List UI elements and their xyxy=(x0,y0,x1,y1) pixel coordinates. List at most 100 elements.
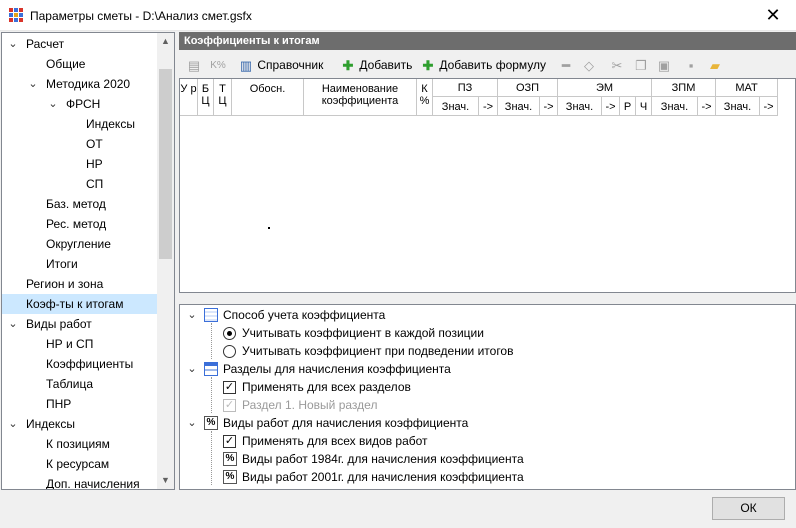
paste-button[interactable]: ▣ xyxy=(656,55,672,75)
expand-chevron-icon[interactable]: ⌄ xyxy=(47,98,59,110)
scrollbar-thumb[interactable] xyxy=(159,69,172,259)
book-icon: ▥ xyxy=(239,57,253,73)
expand-chevron-icon[interactable]: ⌄ xyxy=(27,78,39,90)
col-header-b[interactable]: Б Ц xyxy=(198,79,214,116)
radio-totals[interactable] xyxy=(223,345,236,358)
remove-button[interactable]: ━ xyxy=(558,55,574,75)
clear-button[interactable]: ◇ xyxy=(581,55,597,75)
cut-button[interactable]: ✂ xyxy=(609,55,625,75)
col-header-mat[interactable]: МАТ xyxy=(716,79,778,97)
col-header-mat-arrow[interactable]: -> xyxy=(760,97,778,116)
col-header-em[interactable]: ЭМ xyxy=(558,79,652,97)
group-calc-method-label: Способ учета коэффициента xyxy=(223,308,386,322)
col-header-mat-val[interactable]: Знач. xyxy=(716,97,760,116)
coefficients-grid[interactable]: У р Б Ц Т Ц Обосн. Наименование коэффици… xyxy=(179,78,796,293)
save-button[interactable]: ▪ xyxy=(683,55,699,75)
col-header-u[interactable]: У р xyxy=(180,79,198,116)
work-types-1984-item[interactable]: Виды работ 1984г. для начисления коэффиц… xyxy=(242,450,524,468)
paste-icon: ▣ xyxy=(657,57,671,73)
col-header-pz[interactable]: ПЗ xyxy=(433,79,498,97)
tree-item-label: Индексы xyxy=(86,117,135,131)
coefficient-icon: K% xyxy=(210,59,226,71)
col-header-zpm-arrow[interactable]: -> xyxy=(698,97,716,116)
calculator-icon xyxy=(204,308,218,322)
reference-label: Справочник xyxy=(257,58,324,72)
scroll-up-arrow-icon[interactable]: ▲ xyxy=(157,33,174,50)
work-types-2001-item[interactable]: Виды работ 2001г. для начисления коэффиц… xyxy=(242,468,524,486)
col-header-zpm[interactable]: ЗПМ xyxy=(652,79,716,97)
tree-item-label: Индексы xyxy=(26,417,75,431)
tree-item-label: Округление xyxy=(46,237,111,251)
col-header-em-arrow[interactable]: -> xyxy=(602,97,620,116)
save-icon: ▪ xyxy=(688,57,694,73)
expand-chevron-icon[interactable]: ⌄ xyxy=(7,38,19,50)
col-header-em-ch[interactable]: Ч xyxy=(636,97,652,116)
tree-scrollbar[interactable]: ▲ ▼ xyxy=(157,33,174,489)
tree-item-label: Расчет xyxy=(26,37,65,51)
scroll-down-arrow-icon[interactable]: ▼ xyxy=(157,472,174,489)
tree-item-label: Регион и зона xyxy=(26,277,104,291)
tree-line xyxy=(211,377,212,413)
close-button[interactable]: ✕ xyxy=(750,0,796,30)
radio-totals-label[interactable]: Учитывать коэффициент при подведении ито… xyxy=(242,342,513,360)
col-header-em-r[interactable]: Р xyxy=(620,97,636,116)
collapse-chevron-icon[interactable]: ⌄ xyxy=(186,362,198,375)
col-header-ozp[interactable]: ОЗП xyxy=(498,79,558,97)
copy-icon: ❐ xyxy=(635,57,647,73)
col-header-ozp-val[interactable]: Знач. xyxy=(498,97,540,116)
edit-button[interactable]: ▤ xyxy=(186,55,202,75)
col-header-pz-val[interactable]: Знач. xyxy=(433,97,479,116)
expand-chevron-icon[interactable]: ⌄ xyxy=(7,318,19,330)
checkbox-all-sections[interactable]: ✓ xyxy=(223,381,236,394)
percent-icon: % xyxy=(223,452,237,466)
radio-each-position-label[interactable]: Учитывать коэффициент в каждой позиции xyxy=(242,324,484,342)
checkbox-all-sections-label[interactable]: Применять для всех разделов xyxy=(242,378,411,396)
tree-item-label: Итоги xyxy=(46,257,78,271)
expand-chevron-icon[interactable]: ⌄ xyxy=(7,418,19,430)
tree-item-label: Рес. метод xyxy=(46,217,107,231)
tree-item-label: Коэф-ты к итогам xyxy=(26,297,124,311)
tree-item-label: Таблица xyxy=(46,377,94,391)
tree-item-label: Виды работ xyxy=(26,317,92,331)
col-header-em-val[interactable]: Знач. xyxy=(558,97,602,116)
collapse-chevron-icon[interactable]: ⌄ xyxy=(186,308,198,321)
coefficient-button[interactable]: K% xyxy=(210,55,226,75)
settings-tree[interactable]: ⌄ Расчет Общие ⌄ Методика 2020 ⌄ ФРСН Индексы ОТ… xyxy=(1,32,175,490)
tree-item-label: ФРСН xyxy=(66,97,101,111)
folder-icon: ▰ xyxy=(710,57,720,73)
open-button[interactable]: ▰ xyxy=(707,55,723,75)
edit-icon: ▤ xyxy=(187,57,201,73)
add-button[interactable]: ✚ Добавить xyxy=(340,55,413,75)
group-sections-label: Разделы для начисления коэффициента xyxy=(223,362,451,376)
radio-each-position[interactable] xyxy=(223,327,236,340)
tree-item[interactable]: Коэф-ты к итогам xyxy=(2,294,157,314)
add-label: Добавить xyxy=(359,58,413,72)
tree-item-label: Общие xyxy=(46,57,86,71)
col-header-ozp-arrow[interactable]: -> xyxy=(540,97,558,116)
toolbar: ▤ K% ▥ Справочник ✚ Добавить ✚ Добавить … xyxy=(179,51,796,77)
copy-button[interactable]: ❐ xyxy=(633,55,649,75)
col-header-zpm-val[interactable]: Знач. xyxy=(652,97,698,116)
col-header-pz-arrow[interactable]: -> xyxy=(479,97,498,116)
reference-button[interactable]: ▥ Справочник xyxy=(238,55,324,75)
add-formula-button[interactable]: ✚ Добавить формулу xyxy=(420,55,547,75)
col-header-obosn[interactable]: Обосн. xyxy=(232,79,304,116)
collapse-chevron-icon[interactable]: ⌄ xyxy=(186,416,198,429)
grid-dot xyxy=(268,227,270,229)
col-header-name[interactable]: Наименование коэффициента xyxy=(304,79,417,116)
checkbox-all-work-types[interactable]: ✓ xyxy=(223,435,236,448)
col-header-t[interactable]: Т Ц xyxy=(214,79,232,116)
tree-item-label: ПНР xyxy=(46,397,72,411)
tree-item-label: Методика 2020 xyxy=(46,77,131,91)
plus-icon: ✚ xyxy=(342,57,354,73)
options-tree[interactable]: ⌄ Способ учета коэффициента Учитывать ко… xyxy=(179,304,796,490)
tree-item-label: НР xyxy=(86,157,103,171)
tree-line xyxy=(211,431,212,485)
group-work-types-label: Виды работ для начисления коэффициента xyxy=(223,416,469,430)
tree-item-label: К позициям xyxy=(46,437,110,451)
tree-item-label: Коэффициенты xyxy=(46,357,134,371)
ok-button[interactable]: ОК xyxy=(712,497,785,520)
checkbox-all-work-types-label[interactable]: Применять для всех видов работ xyxy=(242,432,428,450)
col-header-kpct[interactable]: К % xyxy=(417,79,433,116)
percent-icon: % xyxy=(223,470,237,484)
